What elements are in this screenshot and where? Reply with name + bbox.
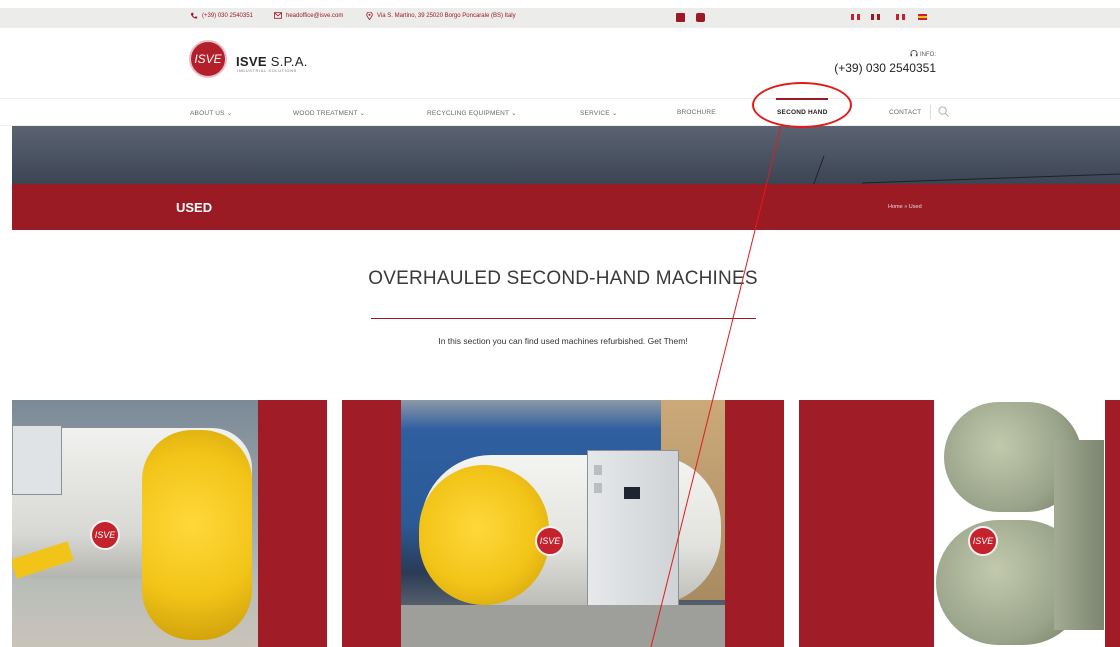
control-cabinet [587,450,679,630]
section-divider [371,318,756,319]
topbar-email-text: headoffice@isve.com [286,12,344,19]
hero-banner [12,126,1120,184]
youtube-icon[interactable] [696,13,705,22]
chevron-down-icon: ⌄ [611,110,618,117]
nav-item-label: WOOD TREATMENT [293,110,358,117]
flag-it-icon[interactable] [851,14,860,20]
tank-door [142,430,252,640]
logo-mark-text: ISVE [194,52,222,66]
machine-photo[interactable]: ISVE [401,400,725,647]
isve-badge: ISVE [90,520,120,550]
tank-door [419,465,549,605]
logo-name[interactable]: ISVE S.P.A. [236,54,308,69]
section-title: OVERHAULED SECOND-HAND MACHINES [368,268,758,289]
isve-badge: ISVE [968,526,998,556]
breadcrumb-home[interactable]: Home [888,204,903,210]
nav-item-label: ABOUT US [190,110,225,117]
chevron-down-icon: ⌄ [226,110,233,117]
info-label-text: INFO: [920,52,936,58]
logo-tagline: INDUSTRIAL SOLUTIONS [237,68,297,73]
info-phone[interactable]: (+39) 030 2540351 [820,61,936,75]
chevron-down-icon: ⌄ [359,110,366,117]
section-subtitle: In this section you can find used machin… [438,336,688,346]
topbar-email[interactable]: headoffice@isve.com [274,12,343,19]
chevron-down-icon: ⌄ [511,110,517,117]
breadcrumb: Home » Used [888,204,922,210]
page-title: USED [176,200,213,215]
topbar-address-text: Via S. Martino, 39 25020 Borgo Poncarale… [377,13,516,19]
location-pin-icon [366,12,373,20]
machine-photo[interactable]: ISVE [12,400,258,647]
nav-item-label: SERVICE [580,110,610,117]
nav-item-wood-treatment[interactable]: WOOD TREATMENT ⌄ [293,109,365,117]
flag-es-icon[interactable] [918,14,927,20]
breadcrumb-separator: » [904,204,908,210]
nav-item-about-us[interactable]: ABOUT US ⌄ [190,109,232,117]
search-icon[interactable] [938,106,949,117]
cabinet-switch [594,483,602,493]
info-label: INFO: [880,50,936,58]
tank-frame [1054,440,1104,630]
machine-card[interactable]: ISVE [799,400,1120,647]
isve-badge: ISVE [535,526,565,556]
breadcrumb-current: Used [908,204,922,210]
logo-mark[interactable]: ISVE [189,40,227,78]
site-header: ISVE ISVE S.P.A. INDUSTRIAL SOLUTIONS IN… [0,28,1120,98]
main-nav: ABOUT US ⌄ WOOD TREATMENT ⌄ RECYCLING EQ… [0,98,1120,126]
nav-item-service[interactable]: SERVICE ⌄ [580,109,618,117]
flag-en-icon[interactable] [871,14,880,20]
nav-divider [930,105,931,119]
control-screen [624,487,640,499]
nav-item-recycling-equipment[interactable]: RECYCLING EQUIPMENT ⌄ [427,109,517,117]
machine-card[interactable]: ISVE [12,400,327,647]
nav-item-contact[interactable]: CONTACT [889,109,921,116]
phone-icon [190,12,198,19]
logo-name-bold: ISVE [236,54,267,69]
machine-card[interactable]: ISVE [342,400,784,647]
annotation-circle [752,82,852,128]
control-panel [12,425,62,495]
ground [401,605,725,647]
hero-decor [812,156,844,184]
topbar-address: Via S. Martino, 39 25020 Borgo Poncarale… [366,12,516,20]
top-info-bar: (+39) 030 2540351 headoffice@isve.com Vi… [0,8,1120,28]
nav-item-brochure[interactable]: BROCHURE [677,109,716,116]
machine-photo[interactable]: ISVE [934,400,1105,647]
nav-item-label: RECYCLING EQUIPMENT [427,110,510,117]
hero-decor [862,173,1120,184]
linkedin-icon[interactable] [676,13,685,22]
page-title-bar: USED Home » Used [12,184,1120,230]
mail-icon [274,12,282,19]
flag-fr-icon[interactable] [896,14,905,20]
logo-name-rest: S.P.A. [266,54,308,69]
topbar-phone-text: (+39) 030 2540351 [202,13,253,19]
topbar-phone[interactable]: (+39) 030 2540351 [190,12,253,20]
headset-icon [910,50,918,57]
cabinet-switch [594,465,602,475]
